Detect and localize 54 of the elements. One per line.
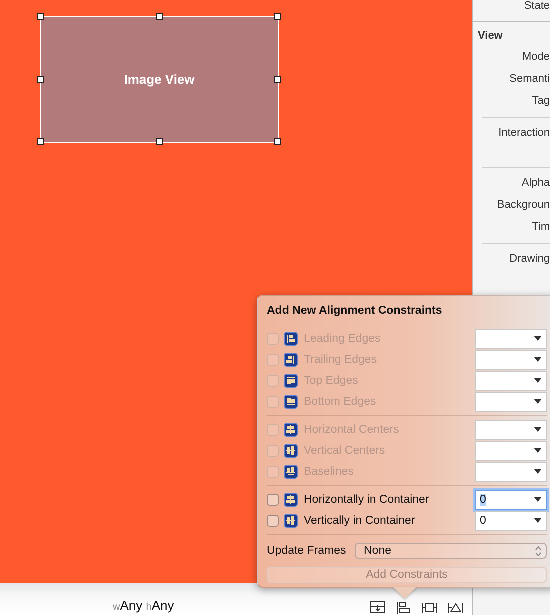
property-label: Backgroun xyxy=(497,199,550,211)
resize-handle[interactable] xyxy=(156,138,162,145)
stack-icon[interactable] xyxy=(370,601,386,614)
alignment-icon xyxy=(284,422,298,436)
update-frames-label: Update Frames xyxy=(267,545,346,557)
update-frames-popup[interactable]: None xyxy=(355,543,547,559)
constant-field[interactable]: 0 xyxy=(475,510,547,530)
constraint-label: Leading Edges xyxy=(304,332,381,344)
size-class-label[interactable]: wAny hAny xyxy=(113,599,174,615)
constraint-label: Baselines xyxy=(304,466,354,478)
alignment-icon xyxy=(284,492,298,506)
image-view-label: Image View xyxy=(124,72,195,87)
align-icon[interactable] xyxy=(396,601,412,614)
caret-icon[interactable] xyxy=(534,518,542,524)
alignment-icon xyxy=(284,394,298,408)
caret-icon[interactable] xyxy=(534,496,542,502)
checkbox[interactable] xyxy=(267,514,279,526)
pin-icon[interactable] xyxy=(422,601,438,614)
resize-handle[interactable] xyxy=(37,13,44,20)
constraint-label: Top Edges xyxy=(304,374,358,386)
constraint-label: Vertically in Container xyxy=(304,514,416,526)
property-label: Alpha xyxy=(522,177,550,189)
resize-handle[interactable] xyxy=(274,13,281,20)
image-view[interactable]: Image View xyxy=(40,16,279,143)
alignment-icon xyxy=(284,352,298,366)
popover-title: Add New Alignment Constraints xyxy=(267,305,442,319)
constraint-label: Vertical Centers xyxy=(304,444,386,456)
property-label: Drawing xyxy=(510,253,550,265)
constraint-label: Bottom Edges xyxy=(304,396,376,408)
property-label: Mode xyxy=(522,51,550,63)
stepper-chevron-icon xyxy=(535,546,542,556)
constraint-label: Trailing Edges xyxy=(304,354,378,366)
resize-handle[interactable] xyxy=(37,76,44,82)
property-label: Tag xyxy=(532,95,550,107)
property-label: Tim xyxy=(532,221,550,233)
popover-pointer xyxy=(393,587,417,599)
constraint-label: Horizontal Centers xyxy=(304,424,400,436)
alignment-icon xyxy=(284,332,298,346)
alignment-icon xyxy=(284,514,298,528)
alignment-icon xyxy=(284,464,298,478)
alignment-icon xyxy=(284,444,298,458)
constant-field[interactable]: 0 xyxy=(475,490,547,510)
resize-handle[interactable] xyxy=(274,138,281,145)
property-label: Interaction xyxy=(498,127,550,139)
constraint-label: Horizontally in Container xyxy=(304,494,430,506)
property-label: State xyxy=(524,0,550,13)
resize-handle[interactable] xyxy=(274,76,281,82)
resize-handle[interactable] xyxy=(37,138,44,145)
resize-handle[interactable] xyxy=(156,13,162,20)
property-label: Semanti xyxy=(510,73,550,85)
checkbox[interactable] xyxy=(267,494,279,506)
resolve-icon[interactable] xyxy=(448,601,464,614)
section-header: View xyxy=(477,29,504,44)
alignment-icon xyxy=(284,374,298,388)
